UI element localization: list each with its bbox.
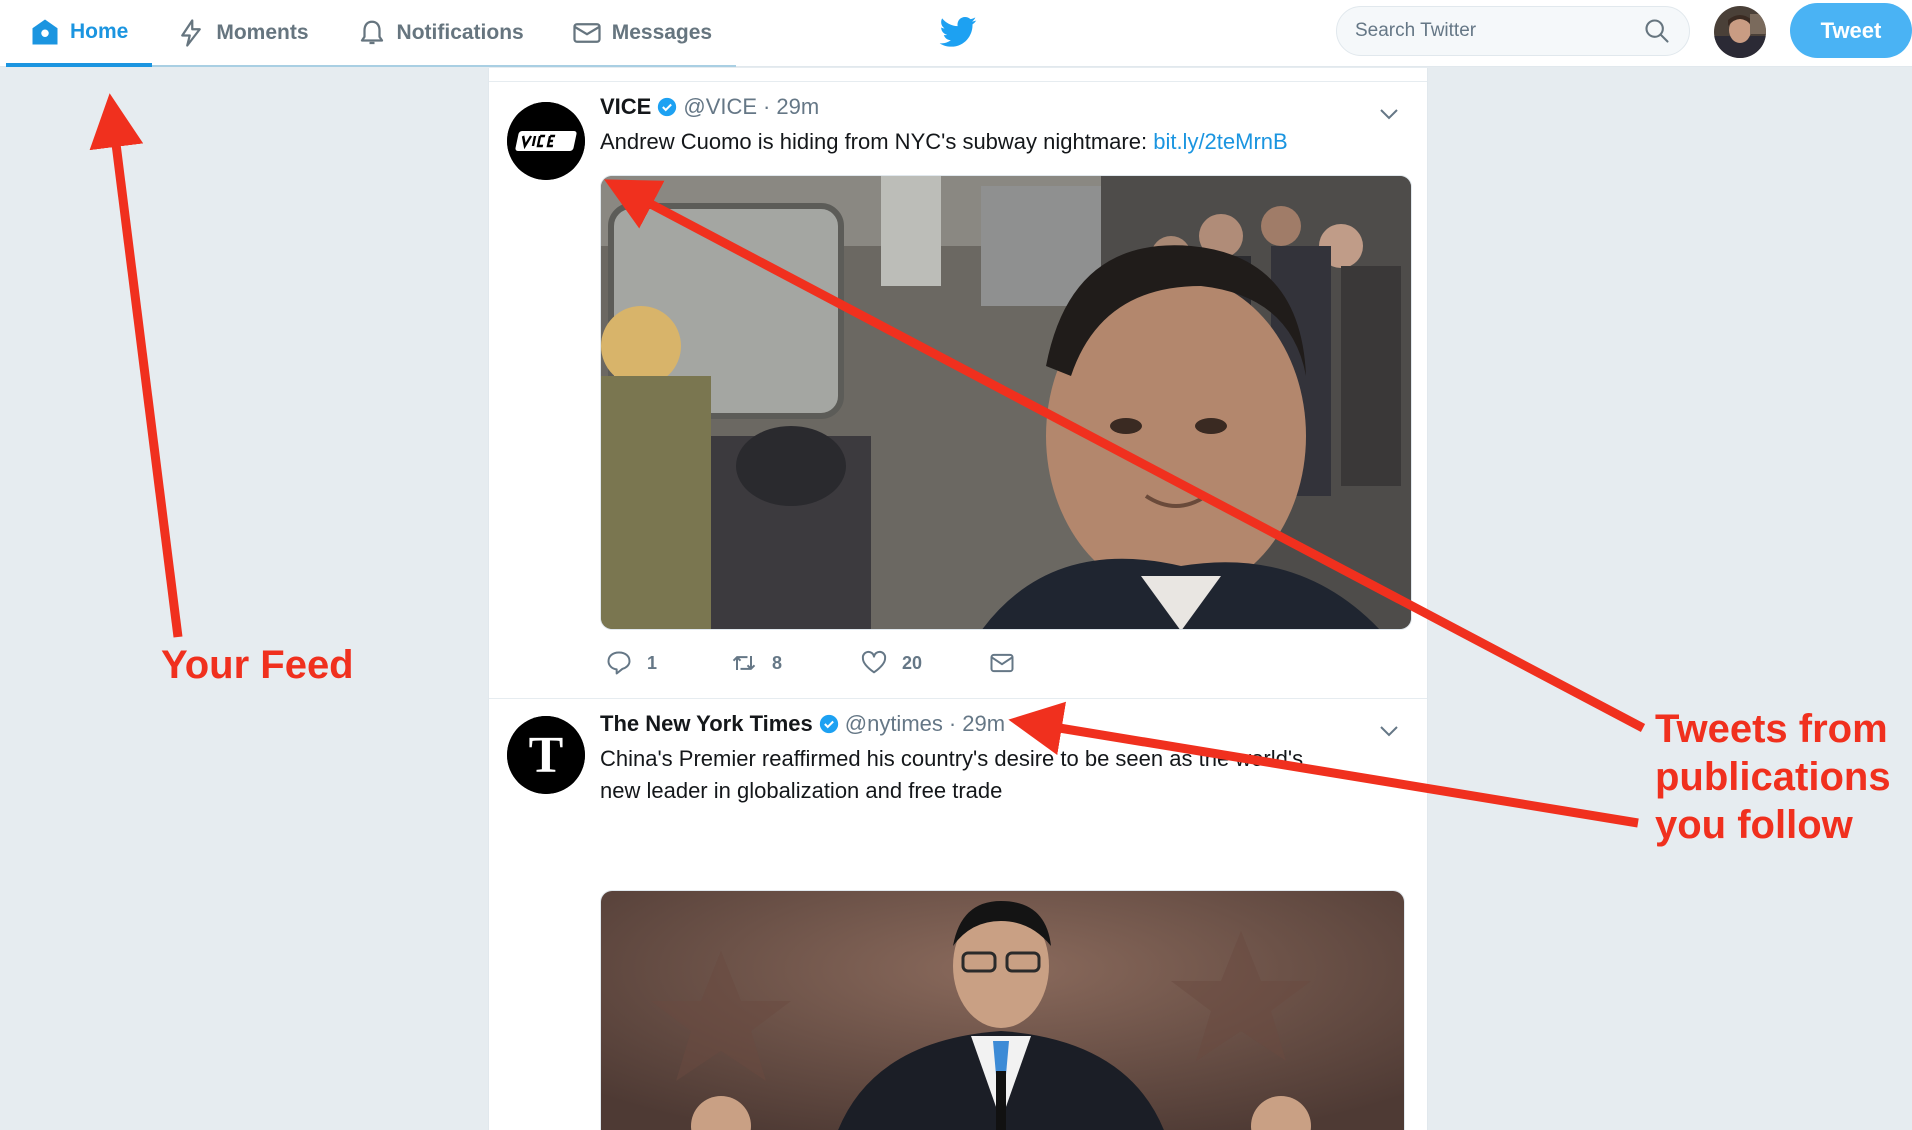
tweet-text: China's Premier reaffirmed his country's… bbox=[600, 746, 1304, 803]
tweet-text: Andrew Cuomo is hiding from NYC's subway… bbox=[600, 126, 1390, 158]
nav-moments[interactable]: Moments bbox=[152, 0, 332, 65]
tweet-image[interactable] bbox=[600, 175, 1412, 630]
direct-message-button[interactable] bbox=[988, 649, 1016, 677]
author-name[interactable]: The New York Times bbox=[600, 711, 813, 737]
search-box[interactable] bbox=[1336, 6, 1690, 56]
premier-photo bbox=[601, 891, 1404, 1130]
home-icon bbox=[32, 19, 58, 44]
nav-home[interactable]: Home bbox=[6, 0, 153, 67]
annotation-your-feed: Your Feed bbox=[161, 643, 354, 687]
search-input[interactable] bbox=[1355, 20, 1643, 42]
bell-icon bbox=[360, 20, 383, 44]
tweet-image[interactable] bbox=[600, 890, 1405, 1130]
retweet-count: 8 bbox=[772, 652, 783, 673]
nav-home-label: Home bbox=[70, 19, 129, 43]
nytimes-avatar[interactable]: T bbox=[507, 716, 585, 794]
chevron-down-icon[interactable] bbox=[1377, 102, 1401, 126]
timeline-divider bbox=[489, 68, 1427, 82]
tweet-nytimes[interactable]: T The New York Times @nytimes · 29m Chin… bbox=[489, 699, 1427, 1130]
timeline: VICE @VICE · 29m Andrew Cuomo is hiding … bbox=[488, 68, 1428, 1130]
nav-messages-label: Messages bbox=[611, 20, 713, 44]
like-count: 20 bbox=[902, 652, 923, 673]
envelope-icon bbox=[990, 653, 1014, 673]
nav-messages[interactable]: Messages bbox=[548, 0, 736, 65]
annotation-publications: Tweets from publications you follow bbox=[1655, 705, 1891, 849]
tweet-timestamp[interactable]: 29m bbox=[962, 711, 1005, 737]
reply-count: 1 bbox=[647, 652, 658, 673]
retweet-icon bbox=[732, 656, 756, 670]
author-handle[interactable]: @nytimes bbox=[845, 711, 943, 737]
nav-notifications-label: Notifications bbox=[396, 20, 524, 44]
tweet-actions: 1 8 20 bbox=[605, 649, 1016, 677]
tweet-body: Andrew Cuomo is hiding from NYC's subway… bbox=[600, 129, 1154, 154]
svg-text:T: T bbox=[529, 727, 564, 784]
twitter-bird-icon[interactable] bbox=[938, 12, 978, 52]
verified-badge-icon bbox=[658, 97, 677, 117]
vice-avatar[interactable] bbox=[507, 102, 585, 180]
tweet-header: VICE @VICE · 29m bbox=[600, 94, 819, 120]
separator-dot: · bbox=[763, 94, 771, 119]
annotation-line: publications bbox=[1655, 755, 1891, 799]
author-name[interactable]: VICE bbox=[600, 94, 651, 120]
avatar-photo bbox=[1714, 6, 1766, 58]
author-handle[interactable]: @VICE bbox=[683, 94, 757, 120]
nav-moments-label: Moments bbox=[216, 20, 309, 44]
arrow-to-home bbox=[89, 93, 183, 638]
nytimes-logo-icon: T bbox=[507, 716, 585, 794]
tweet-link[interactable]: bit.ly/2teMrnB bbox=[1153, 129, 1288, 154]
like-button[interactable]: 20 bbox=[860, 649, 988, 677]
heart-icon bbox=[861, 650, 887, 674]
top-navigation-bar: Home Moments Notifications Messages Twe bbox=[0, 0, 1912, 67]
primary-nav: Home Moments Notifications Messages bbox=[6, 0, 737, 67]
annotation-line: you follow bbox=[1655, 803, 1853, 847]
annotation-line: Tweets from bbox=[1655, 707, 1888, 751]
verified-badge-icon bbox=[819, 714, 838, 734]
subway-photo bbox=[601, 176, 1411, 629]
envelope-icon bbox=[573, 22, 601, 43]
search-icon[interactable] bbox=[1643, 17, 1671, 45]
nav-notifications[interactable]: Notifications bbox=[333, 0, 548, 65]
reply-icon bbox=[607, 651, 631, 675]
lightning-icon bbox=[181, 18, 202, 47]
separator-dot: · bbox=[948, 711, 957, 736]
retweet-button[interactable]: 8 bbox=[730, 649, 860, 677]
chevron-down-icon[interactable] bbox=[1377, 719, 1401, 743]
reply-button[interactable]: 1 bbox=[605, 649, 730, 677]
vice-logo-icon bbox=[507, 102, 585, 180]
user-avatar[interactable] bbox=[1714, 6, 1766, 58]
tweet-header: The New York Times @nytimes · 29m bbox=[600, 711, 1005, 737]
tweet-timestamp[interactable]: 29m bbox=[776, 94, 819, 120]
tweet-vice[interactable]: VICE @VICE · 29m Andrew Cuomo is hiding … bbox=[489, 82, 1427, 699]
tweet-button[interactable]: Tweet bbox=[1790, 3, 1912, 58]
